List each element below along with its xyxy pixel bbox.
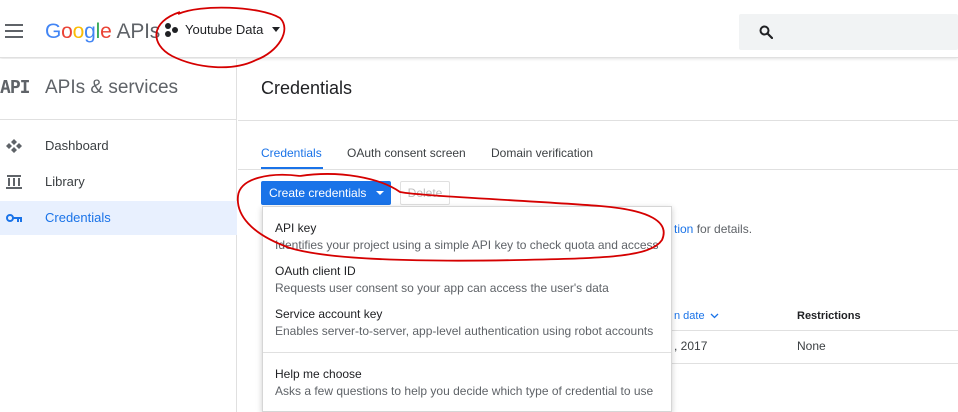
- create-credentials-menu: API key Identifies your project using a …: [262, 206, 672, 412]
- create-credentials-label: Create credentials: [269, 186, 367, 200]
- caret-down-icon: [376, 191, 385, 195]
- menu-item-title: OAuth client ID: [275, 264, 356, 278]
- hamburger-menu-icon[interactable]: [5, 24, 23, 38]
- sidebar-header: API APIs & services: [0, 59, 237, 120]
- menu-item-title: API key: [275, 221, 317, 235]
- project-selector[interactable]: Youtube Data: [165, 22, 281, 37]
- menu-item-api-key[interactable]: API key Identifies your project using a …: [263, 221, 671, 257]
- menu-item-help-me-choose[interactable]: Help me choose Asks a few questions to h…: [263, 367, 671, 403]
- google-apis-logo[interactable]: Google APIs: [45, 20, 160, 44]
- documentation-link[interactable]: tion: [674, 222, 693, 236]
- page-title: Credentials: [261, 78, 353, 98]
- key-icon: [6, 214, 22, 222]
- search-bar[interactable]: [739, 14, 958, 50]
- divider: [672, 330, 958, 331]
- menu-item-description: Enables server-to-server, app-level auth…: [275, 324, 654, 338]
- sidebar-item-credentials[interactable]: Credentials: [0, 201, 237, 235]
- menu-item-title: Help me choose: [275, 367, 362, 381]
- chevron-down-icon: [710, 313, 719, 319]
- create-credentials-button[interactable]: Create credentials: [261, 181, 391, 205]
- divider: [238, 120, 958, 121]
- sidebar-item-label: Dashboard: [45, 138, 109, 153]
- sidebar-title: APIs & services: [45, 77, 179, 98]
- table-cell-date: , 2017: [674, 339, 708, 353]
- tab-credentials[interactable]: Credentials: [261, 146, 322, 160]
- info-text: tion for details.: [674, 222, 753, 236]
- table-cell-restrictions: None: [797, 339, 826, 353]
- tab-domain-verification[interactable]: Domain verification: [491, 146, 593, 160]
- project-icon: [165, 22, 179, 37]
- sidebar-item-label: Library: [45, 174, 85, 189]
- sidebar-item-label: Credentials: [45, 210, 111, 225]
- menu-item-title: Service account key: [275, 307, 383, 321]
- project-name: Youtube Data: [185, 22, 264, 37]
- menu-item-service-account-key[interactable]: Service account key Enables server-to-se…: [263, 307, 671, 343]
- menu-item-description: Asks a few questions to help you decide …: [275, 384, 654, 398]
- api-icon: API: [0, 77, 30, 98]
- menu-divider: [263, 352, 671, 353]
- search-icon: [759, 25, 773, 39]
- column-header-creation-date[interactable]: n date: [674, 310, 719, 322]
- library-icon: [6, 175, 22, 189]
- menu-item-oauth-client-id[interactable]: OAuth client ID Requests user consent so…: [263, 264, 671, 300]
- tab-oauth-consent-screen[interactable]: OAuth consent screen: [347, 146, 466, 160]
- sidebar-item-library[interactable]: Library: [0, 165, 237, 199]
- top-app-bar: Google APIs Youtube Data: [0, 0, 958, 58]
- sidebar: API APIs & services Dashboard Library Cr…: [0, 59, 237, 412]
- caret-down-icon: [272, 27, 281, 32]
- divider: [672, 363, 958, 364]
- dashboard-icon: [6, 139, 22, 153]
- menu-item-description: Requests user consent so your app can ac…: [275, 281, 609, 295]
- delete-button: Delete: [400, 181, 450, 205]
- menu-item-description: Identifies your project using a simple A…: [275, 238, 659, 252]
- column-header-restrictions: Restrictions: [797, 310, 861, 322]
- divider: [238, 169, 958, 170]
- sidebar-item-dashboard[interactable]: Dashboard: [0, 129, 237, 163]
